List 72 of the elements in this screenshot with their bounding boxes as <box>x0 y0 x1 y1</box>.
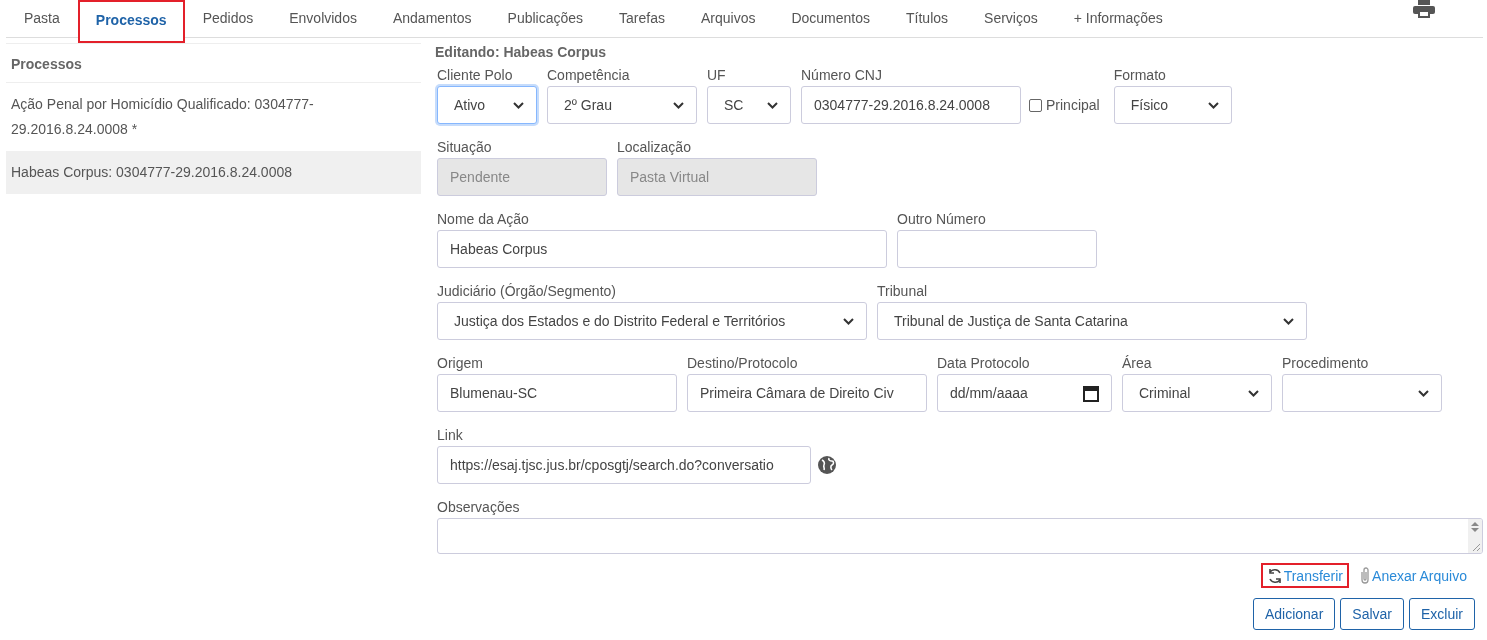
dropdown[interactable] <box>1282 374 1442 412</box>
field-label: Situação <box>437 139 493 155</box>
field-label: Formato <box>1113 67 1167 83</box>
paperclip-icon <box>1359 567 1372 584</box>
field-label: Origem <box>437 355 484 371</box>
link-text: Transferir <box>1283 567 1344 584</box>
caret-icon <box>767 101 778 109</box>
process-list-item[interactable]: Habeas Corpus: 0304777-29.2016.8.24.0008 <box>6 151 421 194</box>
action-button[interactable]: Adicionar <box>1252 598 1336 630</box>
tab[interactable]: Documentos <box>773 0 889 39</box>
tab[interactable]: Tarefas <box>601 0 683 39</box>
field-label: Outro Número <box>897 211 987 227</box>
field-label: Nome da Ação <box>437 211 530 227</box>
caret-icon <box>1283 317 1294 325</box>
tab[interactable]: + Informações <box>1055 0 1181 39</box>
dropdown[interactable]: 2º Grau <box>547 86 697 124</box>
field-label: Destino/Protocolo <box>687 355 799 371</box>
field-label: Competência <box>547 67 631 83</box>
tab[interactable]: Envolvidos <box>271 0 375 39</box>
field-label: Área <box>1122 355 1153 371</box>
caret-icon <box>1418 389 1429 397</box>
action-button[interactable]: Excluir <box>1409 598 1475 630</box>
text-field[interactable]: Habeas Corpus <box>437 230 887 268</box>
dropdown[interactable]: Físico <box>1113 86 1232 124</box>
field-label: Judiciário (Órgão/Segmento) <box>437 283 617 299</box>
textarea-field[interactable] <box>437 518 1483 554</box>
printer-icon[interactable] <box>1413 0 1435 18</box>
process-list-item[interactable]: Ação Penal por Homicídio Qualificado: 0304777-29.2016.8.24.0008 * <box>6 83 421 151</box>
transfer-link[interactable]: Transferir <box>1260 563 1350 588</box>
dropdown[interactable]: Tribunal de Justiça de Santa Catarina <box>877 302 1307 340</box>
dropdown[interactable]: SC <box>707 86 791 124</box>
date-field[interactable]: dd/mm/aaaa <box>937 374 1112 412</box>
text-field[interactable]: Blumenau-SC <box>437 374 677 412</box>
attach-link[interactable]: Anexar Arquivo <box>1353 563 1473 588</box>
field-label: Link <box>437 427 464 443</box>
caret-icon <box>1207 101 1219 109</box>
link-text: Anexar Arquivo <box>1372 567 1467 584</box>
tab[interactable]: Serviços <box>966 0 1056 39</box>
tab[interactable]: Publicações <box>489 0 602 39</box>
field-label: Procedimento <box>1282 355 1370 371</box>
form-title: Editando: Habeas Corpus <box>435 44 608 60</box>
field-label: UF <box>707 67 727 83</box>
field-label: Cliente Polo <box>437 67 514 83</box>
dropdown[interactable]: Criminal <box>1122 374 1272 412</box>
caret-icon <box>513 101 524 109</box>
dropdown[interactable]: Justiça dos Estados e do Distrito Federal e Territórios <box>437 302 867 340</box>
refresh-icon <box>1266 567 1283 584</box>
text-field[interactable] <box>897 230 1097 268</box>
principal-checkbox[interactable]: Principal <box>1029 86 1100 124</box>
tab[interactable]: Títulos <box>888 0 967 39</box>
text-field[interactable]: 0304777-29.2016.8.24.0008 <box>801 86 1021 124</box>
field-label: Data Protocolo <box>937 355 1031 371</box>
text-field[interactable]: https://esaj.tjsc.jus.br/cposgtj/search.do?conversatio <box>437 446 811 484</box>
sidebar-title: Processos <box>6 44 421 83</box>
calendar-icon[interactable] <box>1083 384 1099 402</box>
text-field[interactable]: Primeira Câmara de Direito Civ <box>687 374 927 412</box>
field-label: Localização <box>617 139 692 155</box>
caret-icon <box>843 317 854 325</box>
caret-icon <box>1248 389 1259 397</box>
dropdown[interactable]: Ativo <box>437 86 537 124</box>
globe-icon[interactable] <box>817 455 837 475</box>
tab[interactable]: Processos <box>77 0 185 43</box>
caret-icon <box>673 101 684 109</box>
tab[interactable]: Pasta <box>6 0 78 39</box>
field-label: Número CNJ <box>801 67 883 83</box>
field-label: Observações <box>437 499 521 515</box>
tab[interactable]: Arquivos <box>682 0 774 39</box>
tab[interactable]: Andamentos <box>374 0 490 39</box>
field-label: Tribunal <box>877 283 929 299</box>
tab[interactable]: Pedidos <box>184 0 272 39</box>
scroll-arrows-icon[interactable] <box>1468 519 1482 553</box>
action-button[interactable]: Salvar <box>1340 598 1404 630</box>
